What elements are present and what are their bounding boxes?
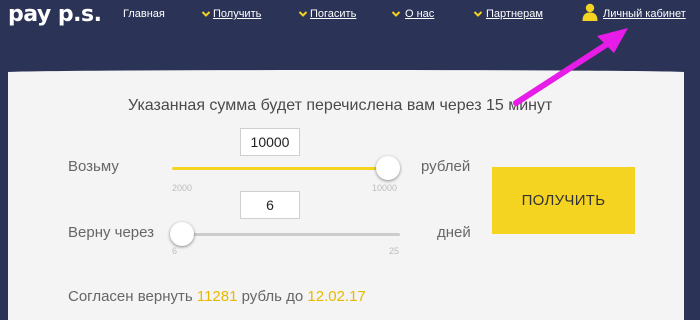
- nav-item-home[interactable]: Главная: [123, 8, 165, 21]
- top-navigation-bar: pay p.s. Главная Получить Погасить О нас…: [0, 0, 700, 30]
- get-loan-button[interactable]: ПОЛУЧИТЬ: [492, 167, 635, 234]
- term-slider-handle[interactable]: [170, 222, 194, 246]
- amount-slider-handle[interactable]: [376, 156, 400, 180]
- term-max-label: 25: [389, 246, 400, 256]
- term-unit-label: дней: [437, 224, 471, 241]
- nav-item-repay[interactable]: Погасить: [310, 8, 356, 21]
- amount-label: Возьму: [68, 158, 119, 175]
- chevron-down-icon: [201, 11, 211, 17]
- amount-unit-label: рублей: [421, 158, 471, 175]
- amount-value-field[interactable]: 10000: [240, 128, 300, 156]
- amount-slider-track[interactable]: [172, 167, 389, 170]
- term-label: Верну через: [68, 224, 155, 241]
- amount-min-label: 2000: [172, 183, 193, 193]
- term-min-label: 6: [172, 246, 178, 256]
- logo[interactable]: pay p.s.: [8, 0, 102, 30]
- transfer-time-headline: Указанная сумма будет перечислена вам че…: [128, 97, 553, 114]
- user-icon: [582, 3, 598, 21]
- summary-amount: 11281: [196, 288, 238, 305]
- term-value-field[interactable]: 6: [240, 191, 300, 219]
- summary-middle: рубль до: [241, 288, 304, 305]
- term-slider-track[interactable]: [172, 233, 400, 236]
- nav-item-partners[interactable]: Партнерам: [486, 8, 543, 21]
- summary-prefix: Согласен вернуть: [68, 288, 193, 305]
- chevron-down-icon: [298, 11, 308, 17]
- account-link[interactable]: Личный кабинет: [603, 8, 686, 21]
- nav-item-receive[interactable]: Получить: [213, 8, 261, 21]
- chevron-down-icon: [473, 11, 483, 17]
- chevron-down-icon: [391, 11, 401, 17]
- summary-date: 12.02.17: [307, 288, 366, 305]
- repayment-summary: Согласен вернуть 11281 рубль до 12.02.17: [68, 288, 366, 305]
- nav-item-about[interactable]: О нас: [405, 8, 434, 21]
- amount-max-label: 10000: [372, 183, 398, 193]
